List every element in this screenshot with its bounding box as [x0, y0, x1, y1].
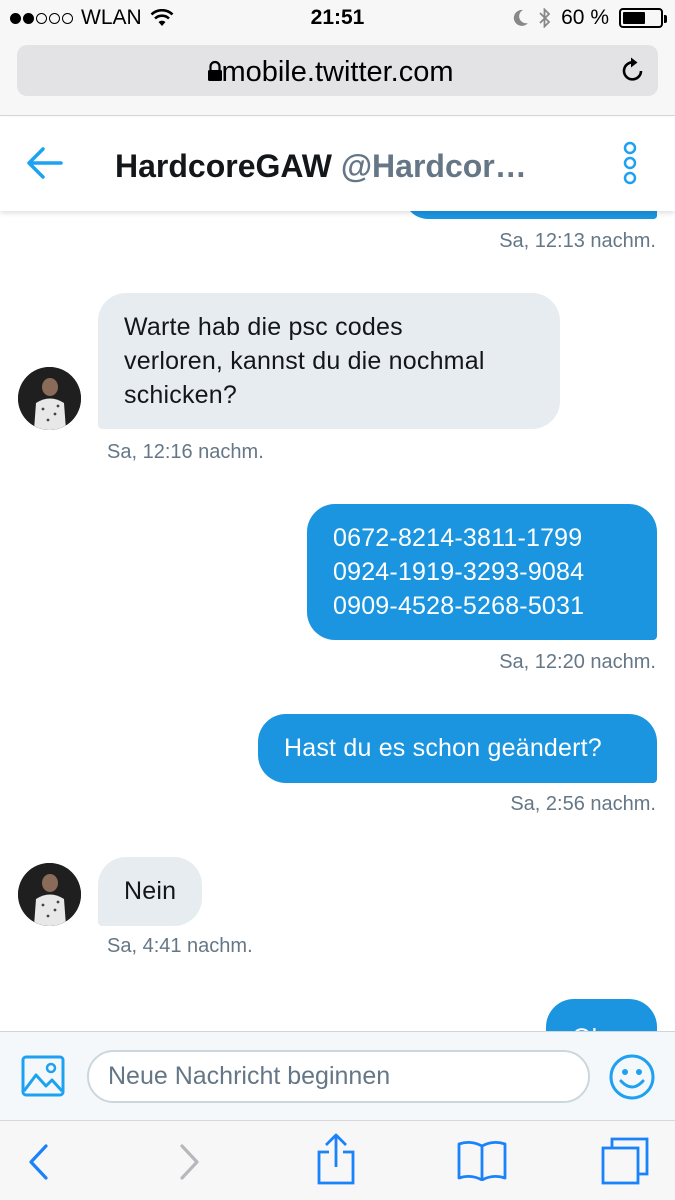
more-options-icon[interactable]: [619, 141, 641, 185]
status-right: 60 %: [513, 6, 667, 30]
header-handle: @Hardcor…: [340, 148, 527, 184]
message-timestamp: Sa, 12:20 nachm.: [499, 651, 656, 673]
message-bubble-incoming: Nein: [98, 857, 203, 926]
conversation-title: HardcoreGAW @Hardcor…: [115, 148, 555, 185]
message-bubble-outgoing: 0672-8214-3811-1799 0924-1919-3293-9084 …: [307, 504, 657, 640]
browser-toolbar: [0, 1120, 675, 1200]
message-timestamp: Sa, 4:41 nachm.: [107, 935, 253, 957]
message-bubble-outgoing: Ok: [546, 999, 657, 1031]
message-timestamp: Sa, 12:16 nachm.: [107, 441, 264, 463]
battery-level-fill: [623, 12, 645, 24]
emoji-icon[interactable]: [608, 1053, 656, 1101]
header-display-name: HardcoreGAW: [115, 148, 332, 184]
back-arrow-icon[interactable]: [25, 145, 65, 181]
message-input[interactable]: [87, 1050, 590, 1103]
image-upload-icon[interactable]: [21, 1055, 65, 1097]
address-bar[interactable]: mobile.twitter.com: [17, 45, 658, 96]
conversation-header: HardcoreGAW @Hardcor…: [0, 117, 675, 211]
message-composer: [0, 1031, 675, 1120]
share-icon[interactable]: [316, 1133, 356, 1185]
browser-address-area: mobile.twitter.com: [0, 36, 675, 116]
browser-forward-icon[interactable]: [176, 1143, 202, 1181]
battery-icon: [619, 8, 667, 28]
url-text: mobile.twitter.com: [221, 56, 454, 88]
message-list[interactable]: Sa, 12:13 nachm. Warte hab die psc codes…: [0, 211, 675, 1031]
reload-icon[interactable]: [620, 56, 646, 84]
bluetooth-icon: [539, 8, 551, 28]
message-timestamp: Sa, 12:13 nachm.: [499, 230, 656, 252]
message-bubble-outgoing: Hast du es schon geändert?: [258, 714, 657, 783]
message-timestamp: Sa, 2:56 nachm.: [510, 793, 656, 815]
avatar[interactable]: [18, 367, 81, 430]
bookmarks-icon[interactable]: [456, 1139, 508, 1181]
avatar[interactable]: [18, 863, 81, 926]
browser-back-icon[interactable]: [26, 1143, 52, 1181]
battery-percent: 60 %: [561, 6, 609, 29]
message-bubble-outgoing: [404, 211, 657, 219]
status-bar: WLAN 21:51 60 %: [0, 0, 675, 36]
tabs-icon[interactable]: [601, 1137, 649, 1185]
moon-icon: [513, 9, 529, 26]
message-bubble-incoming: Warte hab die psc codes verloren, kannst…: [98, 293, 560, 429]
